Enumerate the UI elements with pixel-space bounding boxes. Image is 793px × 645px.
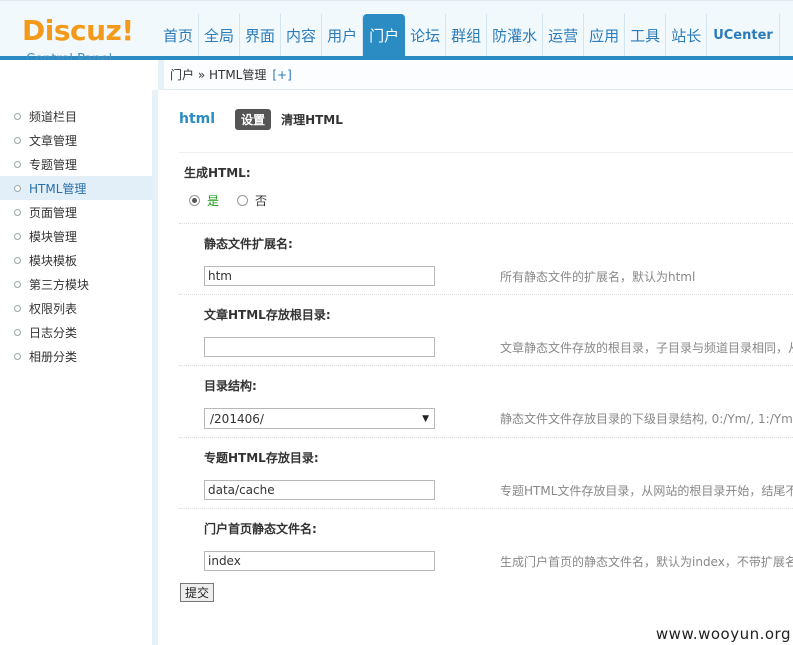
- sidebar-item-label: 模块模板: [29, 253, 78, 268]
- nav-interface[interactable]: 界面: [240, 14, 282, 56]
- add-shortcut-link[interactable]: [+]: [272, 68, 291, 82]
- sidebar-item-album-categories[interactable]: 相册分类: [0, 344, 152, 368]
- discuz-logo[interactable]: Discuz! Control Panel: [22, 14, 147, 68]
- bullet-icon: [14, 160, 21, 168]
- bullet-icon: [14, 328, 21, 336]
- nav-home[interactable]: 首页: [158, 14, 200, 56]
- dir-structure-select[interactable]: /201406/ ▼: [204, 408, 435, 429]
- index-filename-input[interactable]: index: [204, 551, 435, 571]
- sidebar-item-permissions[interactable]: 权限列表: [0, 296, 152, 320]
- bullet-icon: [14, 304, 21, 312]
- bullet-icon: [14, 280, 21, 288]
- header-top-line: [0, 0, 793, 1]
- topic-dir-label: 专题HTML存放目录:: [204, 451, 319, 465]
- sidebar-menu: 频道栏目 文章管理 专题管理 HTML管理 页面管理 模块管理 模块模板 第三方…: [0, 104, 152, 368]
- nav-content[interactable]: 内容: [281, 14, 323, 56]
- nav-portal[interactable]: 门户: [363, 14, 406, 56]
- sidebar-item-articles[interactable]: 文章管理: [0, 128, 152, 152]
- page-title: html: [179, 111, 216, 127]
- sidebar-item-pages[interactable]: 页面管理: [0, 200, 152, 224]
- tab-clean-html[interactable]: 清理HTML: [281, 111, 343, 128]
- bullet-icon: [14, 352, 21, 360]
- dropdown-arrow-icon: ▼: [422, 413, 429, 424]
- sidebar-item-label: 权限列表: [29, 301, 78, 316]
- radio-yes-label: 是: [207, 194, 220, 208]
- sidebar-item-blog-categories[interactable]: 日志分类: [0, 320, 152, 344]
- sidebar-item-label: HTML管理: [29, 181, 87, 196]
- dir-structure-value: /201406/: [210, 411, 264, 426]
- nav-apps[interactable]: 应用: [584, 14, 626, 56]
- sidebar-item-module-templates[interactable]: 模块模板: [0, 248, 152, 272]
- article-root-input[interactable]: [204, 337, 435, 357]
- breadcrumb: 门户 » HTML管理 [+]: [158, 60, 793, 90]
- topic-dir-input[interactable]: data/cache: [204, 480, 435, 500]
- title-row: html 设置 清理HTML: [179, 108, 353, 130]
- index-filename-tip: 生成门户首页的静态文件名，默认为index，不带扩展名: [500, 555, 793, 569]
- nav-users[interactable]: 用户: [322, 14, 364, 56]
- dir-structure-label: 目录结构:: [204, 379, 257, 393]
- nav-tools[interactable]: 工具: [625, 14, 667, 56]
- radio-no-label: 否: [255, 194, 268, 208]
- nav-forum[interactable]: 论坛: [405, 14, 447, 56]
- sidebar-item-modules[interactable]: 模块管理: [0, 224, 152, 248]
- nav-global[interactable]: 全局: [199, 14, 241, 56]
- radio-checked-icon: [189, 195, 200, 206]
- sidebar-item-label: 频道栏目: [29, 109, 78, 124]
- extension-label: 静态文件扩展名:: [204, 237, 293, 251]
- nav-operations[interactable]: 运营: [543, 14, 585, 56]
- bullet-icon: [14, 112, 21, 120]
- divider: [179, 152, 793, 153]
- breadcrumb-text: 门户 » HTML管理: [170, 68, 267, 82]
- sidebar-item-topics[interactable]: 专题管理: [0, 152, 152, 176]
- nav-antispam[interactable]: 防灌水: [487, 14, 544, 56]
- sidebar-item-label: 相册分类: [29, 349, 78, 364]
- sidebar-item-label: 模块管理: [29, 229, 78, 244]
- sidebar-item-channels[interactable]: 频道栏目: [0, 104, 152, 128]
- article-root-tip: 文章静态文件存放的根目录，子目录与频道目录相同，从: [500, 341, 793, 355]
- sidebar-item-third-party[interactable]: 第三方模块: [0, 272, 152, 296]
- bullet-icon: [14, 208, 21, 216]
- sidebar-item-label: 页面管理: [29, 205, 78, 220]
- nav-ucenter[interactable]: UCenter: [707, 14, 780, 56]
- sidebar-item-html[interactable]: HTML管理: [0, 176, 152, 200]
- index-filename-label: 门户首页静态文件名:: [204, 522, 317, 536]
- nav-groups[interactable]: 群组: [446, 14, 488, 56]
- admin-header: Discuz! Control Panel 首页 全局 界面 内容 用户 门户 …: [0, 0, 793, 68]
- sidebar-item-label: 专题管理: [29, 157, 78, 172]
- radio-yes[interactable]: 是: [189, 192, 219, 209]
- nav-webmaster[interactable]: 站长: [666, 14, 708, 56]
- bullet-icon: [14, 232, 21, 240]
- sidebar-item-label: 日志分类: [29, 325, 78, 340]
- main-content: html 设置 清理HTML 生成HTML: 是 否 静态文件扩展名: htm …: [164, 91, 793, 645]
- divider: [179, 223, 793, 224]
- generate-html-radios: 是 否: [189, 192, 285, 209]
- extension-tip: 所有静态文件的扩展名，默认为html: [500, 270, 696, 284]
- divider: [179, 437, 793, 438]
- top-nav: 首页 全局 界面 内容 用户 门户 论坛 群组 防灌水 运营 应用 工具 站长 …: [158, 14, 780, 56]
- extension-input[interactable]: htm: [204, 266, 435, 286]
- sidebar-item-label: 第三方模块: [29, 277, 90, 292]
- logo-text: Discuz!: [22, 14, 134, 47]
- topic-dir-tip: 专题HTML文件存放目录，从网站的根目录开始，结尾不: [500, 484, 793, 498]
- sidebar: 频道栏目 文章管理 专题管理 HTML管理 页面管理 模块管理 模块模板 第三方…: [0, 90, 158, 645]
- sidebar-top: [0, 60, 158, 90]
- article-root-label: 文章HTML存放根目录:: [204, 308, 331, 322]
- bullet-icon: [14, 184, 21, 192]
- watermark: www.wooyun.org: [655, 625, 791, 643]
- generate-html-label: 生成HTML:: [184, 166, 251, 180]
- divider: [179, 508, 793, 509]
- divider: [179, 365, 793, 366]
- dir-structure-tip: 静态文件文件存放目录的下级目录结构, 0:/Ym/, 1:/Ym: [500, 412, 793, 426]
- bullet-icon: [14, 256, 21, 264]
- tab-settings[interactable]: 设置: [235, 108, 272, 130]
- radio-unchecked-icon: [237, 195, 249, 206]
- submit-button[interactable]: 提交: [180, 583, 215, 602]
- bullet-icon: [14, 136, 21, 144]
- divider: [179, 294, 793, 295]
- radio-no[interactable]: 否: [237, 192, 267, 209]
- sidebar-item-label: 文章管理: [29, 133, 78, 148]
